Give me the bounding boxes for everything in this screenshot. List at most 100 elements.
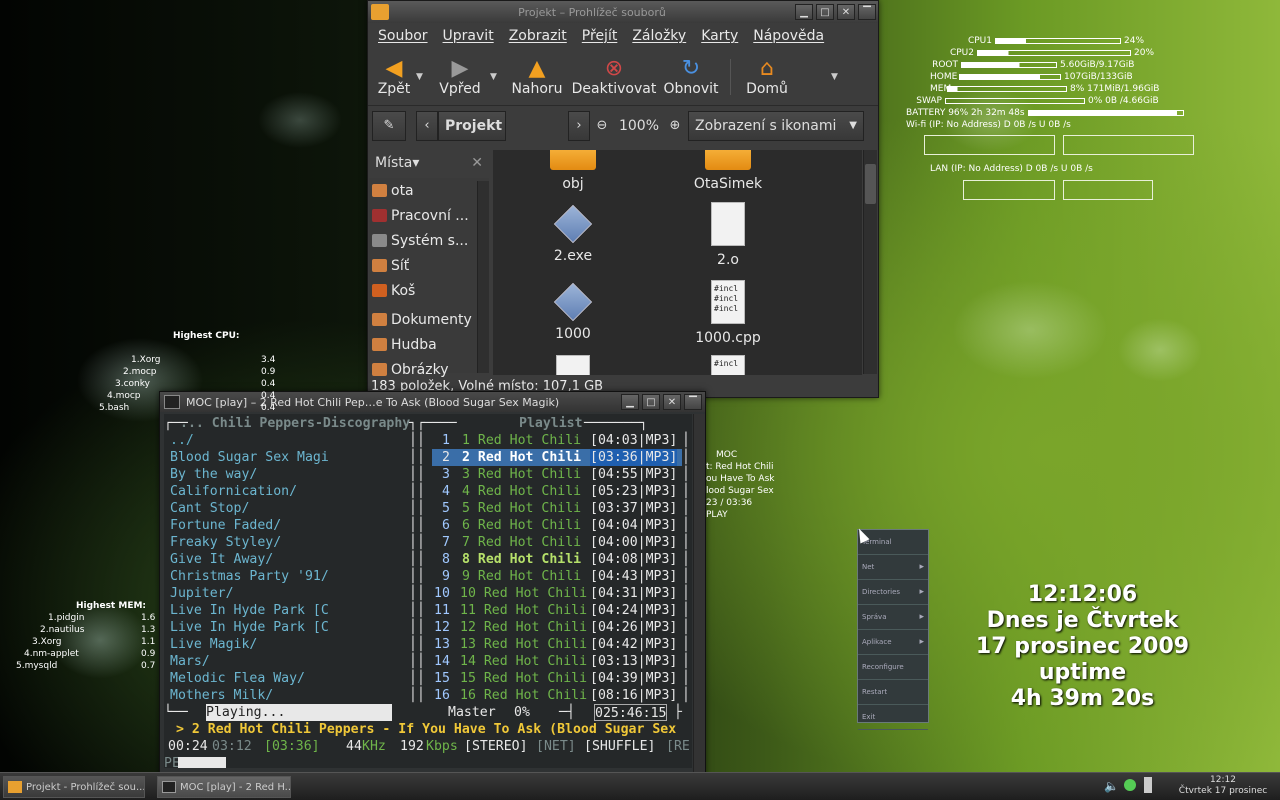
sidebar-scrollbar[interactable] — [477, 181, 489, 373]
moc-terminal[interactable]: ┌──... Chili Peppers-Discography ┐┌──── Pl… — [164, 414, 692, 768]
stop-button[interactable]: ⊗ Deaktivovat — [570, 51, 658, 103]
file-item[interactable]: 2.o — [668, 202, 788, 268]
menu-item[interactable]: Záložky — [632, 28, 686, 44]
file-manager-window: Projekt – Prohlížeč souborů ▁ □ ✕ ▔ Soub… — [367, 0, 879, 398]
tray-clock[interactable]: 12:12 Čtvrtek 17 prosinec — [1170, 775, 1276, 797]
frame-line: │ — [682, 450, 690, 465]
file-item[interactable]: #incl #incl #incl 1000.cpp — [668, 280, 788, 346]
view-mode-select[interactable]: Zobrazení s ikonami ▼ — [688, 110, 864, 141]
track-number: 15 — [434, 671, 450, 686]
file-item[interactable]: 1000 — [513, 280, 633, 342]
toolbar-separator — [730, 59, 731, 95]
process-name: 3.Xorg — [32, 637, 62, 647]
menu-item[interactable]: Upravit — [443, 28, 494, 44]
toolbar-overflow-icon[interactable]: ▼ — [831, 72, 838, 82]
sidebar-item[interactable]: Systém s... — [369, 228, 489, 253]
sidebar-item[interactable]: ota — [369, 178, 489, 203]
maximize-button[interactable]: □ — [642, 394, 660, 410]
track-title: 9 Red Hot Chili — [462, 569, 582, 584]
track-time: [04:39|MP3] — [590, 671, 678, 686]
shade-button[interactable]: ▔ — [684, 394, 702, 410]
menu-item[interactable]: Exit — [858, 705, 928, 730]
battery-icon[interactable] — [1144, 777, 1152, 793]
frame-line: ││ — [409, 637, 425, 652]
frame-line: ││ — [409, 688, 425, 703]
menu-item[interactable]: Restart — [858, 680, 928, 705]
chevron-right-icon: ▸ — [919, 562, 924, 572]
sidebar-item[interactable]: Hudba — [369, 332, 489, 357]
lan-row: LAN (IP: No Address) D 0B /s U 0B /s — [930, 163, 1093, 174]
task-moc[interactable]: MOC [play] - 2 Red H... — [157, 776, 291, 798]
code-line: #incl — [714, 284, 739, 293]
edit-location-button[interactable]: ✎ — [372, 110, 406, 141]
document-icon — [711, 202, 745, 246]
path-segment[interactable]: Projekt — [438, 110, 506, 141]
forward-button[interactable]: ▶ Vpřed — [430, 51, 490, 103]
zoom-in-button[interactable]: ⊕ — [664, 118, 686, 133]
menu-item[interactable]: Přejít — [582, 28, 618, 44]
chevron-down-icon[interactable]: ▼ — [416, 72, 430, 82]
frame-line: │ — [682, 637, 690, 652]
sidebar-item[interactable]: Koš — [369, 278, 489, 303]
process-value: 3.4 — [261, 355, 276, 365]
reload-button[interactable]: ↻ Obnovit — [658, 51, 724, 103]
file-item[interactable]: obj — [513, 150, 633, 192]
menu-item[interactable]: Reconfigure — [858, 655, 928, 680]
track-title: 16 Red Hot Chili — [460, 688, 588, 703]
moc-titlebar[interactable]: MOC [play] – 2 Red Hot Chili Pep…e To As… — [160, 392, 705, 412]
chevron-right-icon: ▸ — [919, 637, 924, 647]
menu-item[interactable]: Terminal — [858, 530, 928, 555]
frame-line: ││ — [409, 467, 425, 482]
home-label: HOME — [930, 71, 958, 82]
process-value: 0.4 — [261, 403, 276, 413]
up-button[interactable]: ▲ Nahoru — [504, 51, 570, 103]
task-file-manager[interactable]: Projekt - Prohlížeč sou... — [3, 776, 145, 798]
close-button[interactable]: ✕ — [663, 394, 681, 410]
prompt-input[interactable] — [178, 757, 226, 768]
chevron-down-icon[interactable]: ▼ — [490, 72, 504, 82]
file-item[interactable]: OtaSimek — [668, 150, 788, 192]
file-item[interactable]: 2.exe — [513, 202, 633, 264]
process-value: 0.4 — [261, 379, 276, 389]
icon-view-scrollbar[interactable] — [863, 150, 877, 374]
chevron-right-icon: ▸ — [919, 612, 924, 622]
close-sidebar-icon[interactable]: ✕ — [471, 155, 483, 171]
zoom-out-button[interactable]: ⊖ — [590, 118, 614, 133]
scroll-thumb[interactable] — [865, 164, 876, 204]
minimize-button[interactable]: ▁ — [795, 4, 813, 20]
menu-item[interactable]: Karty — [701, 28, 738, 44]
menu-item-label: Aplikace — [862, 638, 892, 646]
place-icon — [372, 284, 387, 297]
sidebar-item-label: Hudba — [391, 336, 437, 353]
uptime-value: 4h 39m 20s — [1010, 686, 1155, 711]
sidebar-item[interactable]: Pracovní ... — [369, 203, 489, 228]
chevron-right-icon: ▸ — [919, 587, 924, 597]
process-value: 0.4 — [261, 391, 276, 401]
close-button[interactable]: ✕ — [837, 4, 855, 20]
back-button[interactable]: ◀ Zpět — [372, 51, 416, 103]
playlist-header: Playlist — [519, 416, 583, 431]
places-header[interactable]: Místa▾ ✕ — [369, 150, 489, 176]
file-manager-titlebar[interactable]: Projekt – Prohlížeč souborů ▁ □ ✕ ▔ — [368, 1, 878, 23]
terminal-scrollbar[interactable] — [693, 414, 705, 774]
arrow-left-icon: ◀ — [385, 56, 403, 81]
menu-item[interactable]: Zobrazit — [509, 28, 567, 44]
menu-item[interactable]: Nápověda — [753, 28, 824, 44]
menu-item[interactable]: Soubor — [378, 28, 428, 44]
path-left-button[interactable]: ‹ — [416, 110, 438, 141]
home-button[interactable]: ⌂ Domů — [737, 51, 797, 103]
minimize-button[interactable]: ▁ — [621, 394, 639, 410]
menu-item[interactable]: Net ▸ — [858, 555, 928, 580]
track-title: 4 Red Hot Chili — [462, 484, 582, 499]
menu-item[interactable]: Správa ▸ — [858, 605, 928, 630]
sidebar-item[interactable]: Dokumenty — [369, 307, 489, 332]
volume-icon[interactable]: 🔈 — [1104, 779, 1119, 793]
maximize-button[interactable]: □ — [816, 4, 834, 20]
menu-item[interactable]: Directories ▸ — [858, 580, 928, 605]
sidebar-item[interactable]: Síť — [369, 253, 489, 278]
path-right-button[interactable]: › — [568, 110, 590, 141]
shade-button[interactable]: ▔ — [858, 4, 876, 20]
menu-item[interactable]: Aplikace ▸ — [858, 630, 928, 655]
pencil-icon: ✎ — [383, 118, 395, 133]
network-icon[interactable] — [1124, 779, 1136, 791]
